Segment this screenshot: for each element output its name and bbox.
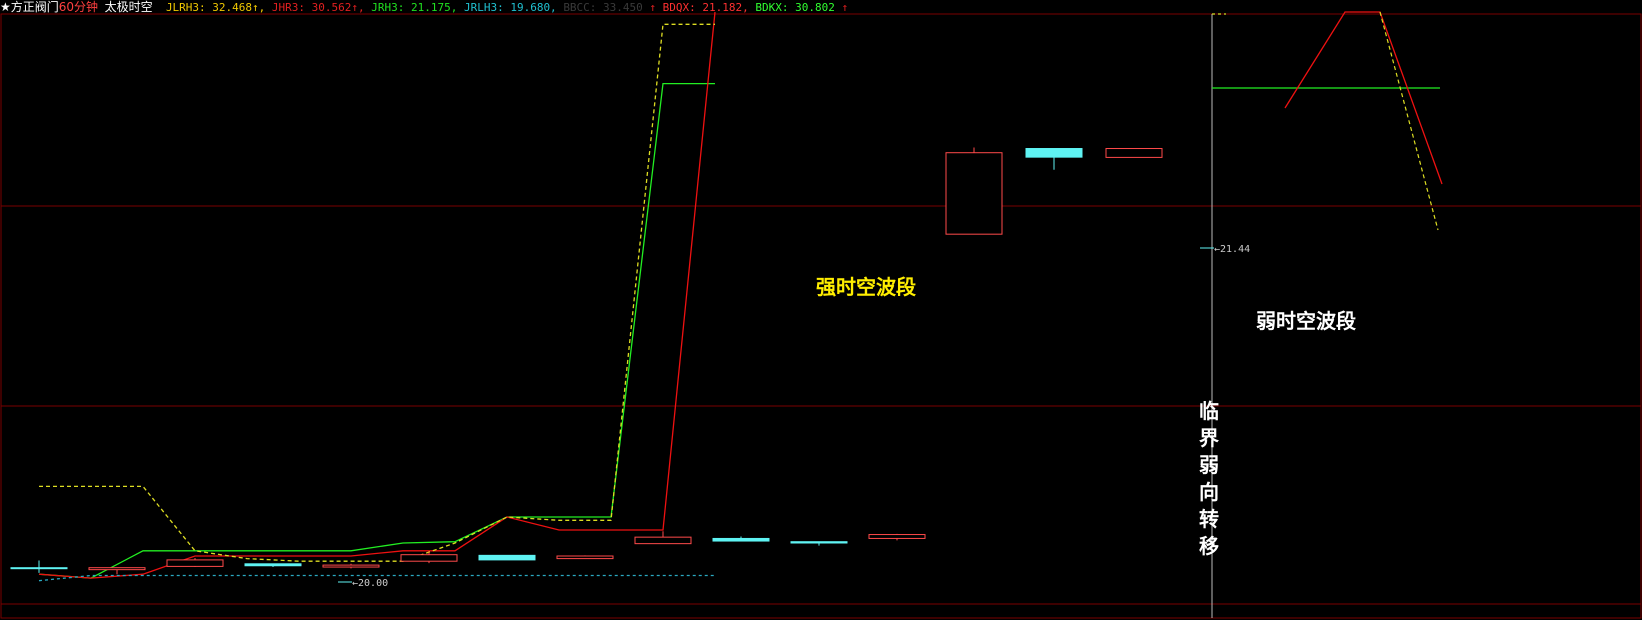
critical-transition-char: 弱 [1199, 453, 1219, 477]
critical-transition-char: 移 [1199, 534, 1219, 558]
candle-body [10, 567, 68, 570]
strong-wave-label: 强时空波段 [816, 275, 916, 299]
candle-body [1025, 148, 1083, 158]
candle-body [712, 537, 770, 542]
candle-body [244, 563, 302, 567]
critical-transition-char: 向 [1199, 480, 1219, 504]
candle-body [1105, 148, 1163, 158]
candle-body [556, 555, 614, 560]
plot-border [0, 13, 1642, 619]
critical-transition-char: 界 [1199, 426, 1219, 450]
weak-wave-label: 弱时空波段 [1256, 309, 1356, 333]
price-label-high: ←21.44 [1214, 244, 1250, 255]
candlestick-chart[interactable]: ←21.44 ←20.00 强时空波段弱时空波段临界弱向转移 [0, 0, 1642, 620]
critical-transition-char: 临 [1199, 399, 1219, 423]
candle-body [322, 564, 380, 568]
candle-body [166, 559, 224, 567]
series-line-green [38, 82, 715, 579]
candle-body [478, 554, 536, 561]
critical-transition-char: 转 [1199, 507, 1219, 531]
candle-body [790, 541, 848, 544]
candle-body [945, 152, 1003, 235]
price-label-low: ←20.00 [352, 578, 388, 589]
candle-body [88, 567, 146, 571]
series-line-yellow [39, 23, 715, 562]
candle-body [868, 534, 926, 539]
series-line-red-tail [1284, 11, 1443, 185]
candle-body [400, 554, 458, 562]
series-line-yellow-tail [1379, 11, 1439, 231]
candle-body [634, 536, 692, 545]
